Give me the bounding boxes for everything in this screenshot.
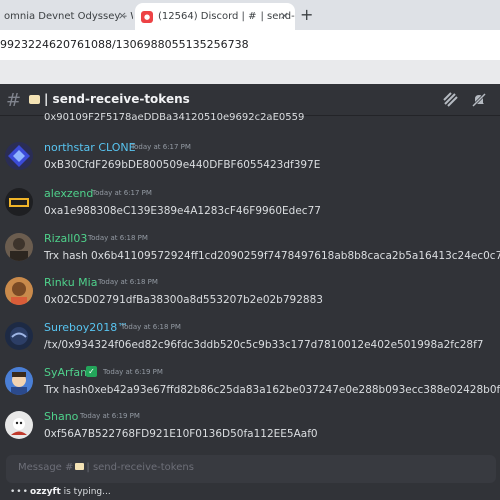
notification-muted-icon[interactable]	[471, 92, 487, 112]
message-text: /tx/0x934324f06ed82c96fdc3ddb520c5c9b33c…	[44, 339, 484, 351]
avatar[interactable]	[5, 411, 33, 439]
verified-badge-icon: ✓	[86, 366, 97, 377]
close-tab-icon[interactable]: ×	[118, 9, 127, 22]
avatar[interactable]	[5, 322, 33, 350]
avatar[interactable]	[5, 142, 33, 170]
channel-hash-icon: #	[6, 90, 22, 111]
channel-name: | send-receive-tokens	[44, 92, 190, 106]
message-input-placeholder: Message # | send-receive-tokens	[18, 462, 194, 473]
browser-tab-bar: omnia Devnet Odyssey - Wo × ● (12564) Di…	[0, 0, 500, 30]
address-bar[interactable]: 9923224620761088/1306988055135256738	[0, 30, 500, 60]
username[interactable]: Rizall03	[44, 232, 87, 245]
timestamp: Today at 6:17 PM	[92, 189, 152, 197]
message-item: Rinku Mia Today at 6:18 PM 0x02C5D02791d…	[0, 275, 500, 319]
message-item: northstar CLONE Today at 6:17 PM 0xB30Cf…	[0, 140, 500, 184]
new-tab-button[interactable]: +	[300, 5, 313, 24]
placeholder-channel: | send-receive-tokens	[86, 462, 194, 473]
message-text: 0xa1e988308eC139E389e4A1283cF46F9960Edec…	[44, 205, 321, 217]
timestamp: Today at 6:18 PM	[121, 323, 181, 331]
typing-dots-icon: •••	[10, 487, 29, 497]
folder-emoji-icon	[75, 463, 85, 470]
message-text: Trx hash0xeb42a93e67ffd82b86c25da83a162b…	[44, 384, 500, 396]
username[interactable]: Sureboy2018™	[44, 321, 128, 334]
toolbar-strip	[0, 60, 500, 84]
message-item: Shano Today at 6:19 PM 0xf56A7B522768FD9…	[0, 409, 500, 453]
typing-indicator: ••• ozzyft is typing...	[0, 484, 500, 500]
typing-text: ozzyft is typing...	[30, 487, 111, 497]
username[interactable]: alexzend	[44, 187, 93, 200]
avatar[interactable]	[5, 233, 33, 261]
message-item: SyArfan ✓ Today at 6:19 PM Trx hash0xeb4…	[0, 365, 500, 409]
timestamp: Today at 6:19 PM	[103, 368, 163, 376]
avatar[interactable]	[5, 367, 33, 395]
tab-label-tail: | send-re	[260, 11, 296, 22]
typing-suffix: is typing...	[60, 487, 111, 497]
message-text: 0xf56A7B522768FD921E10F0136D50fa112EE5Aa…	[44, 428, 318, 440]
typing-user: ozzyft	[30, 487, 61, 497]
message-text: 0xB30CfdF269bDE800509e440DFBF6055423df39…	[44, 159, 321, 171]
threads-icon[interactable]	[443, 92, 459, 112]
message-item: Sureboy2018™ Today at 6:18 PM /tx/0x9343…	[0, 320, 500, 364]
url-text[interactable]: 9923224620761088/1306988055135256738	[0, 38, 249, 51]
timestamp: Today at 6:18 PM	[88, 234, 148, 242]
timestamp: Today at 6:17 PM	[131, 143, 191, 151]
avatar[interactable]	[5, 188, 33, 216]
message-text: 0x02C5D02791dfBa38300a8d553207b2e02b7928…	[44, 294, 323, 306]
message-item: Rizall03 Today at 6:18 PM Trx hash 0x6b4…	[0, 231, 500, 275]
browser-tab-discord[interactable]: ● (12564) Discord | # | send-re ×	[135, 3, 295, 30]
message-text-clipped: 0x90109F2F5178aeDDBa34120510e9692c2aE055…	[44, 112, 305, 123]
folder-emoji-icon	[29, 95, 40, 104]
close-tab-icon[interactable]: ×	[280, 9, 289, 22]
username[interactable]: Shano	[44, 410, 78, 423]
username[interactable]: SyArfan	[44, 366, 87, 379]
discord-favicon-icon: ●	[141, 10, 153, 23]
message-text: Trx hash 0x6b41109572924ff1cd2090259f747…	[44, 250, 500, 262]
message-item: alexzend Today at 6:17 PM 0xa1e988308eC1…	[0, 186, 500, 230]
avatar[interactable]	[5, 277, 33, 305]
message-input[interactable]: Message # | send-receive-tokens	[6, 455, 496, 483]
timestamp: Today at 6:19 PM	[80, 412, 140, 420]
timestamp: Today at 6:18 PM	[98, 278, 158, 286]
placeholder-prefix: Message #	[18, 462, 74, 473]
tab-label: omnia Devnet Odyssey - Wo	[4, 11, 133, 22]
browser-tab-odyssey[interactable]: omnia Devnet Odyssey - Wo ×	[0, 3, 133, 30]
tab-label: (12564) Discord | #	[158, 11, 257, 22]
username[interactable]: northstar CLONE	[44, 141, 136, 154]
username[interactable]: Rinku Mia	[44, 276, 97, 289]
